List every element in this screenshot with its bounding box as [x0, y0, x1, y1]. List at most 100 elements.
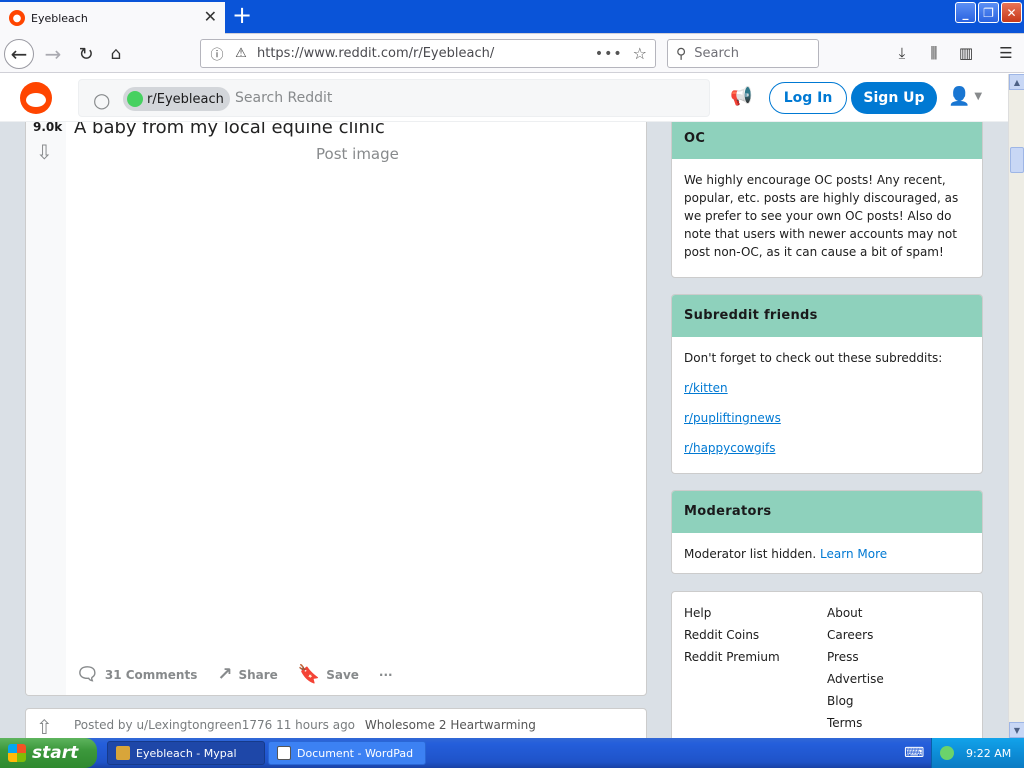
scroll-up-arrow-icon[interactable]: ▲: [1009, 74, 1024, 90]
home-button[interactable]: ⌂: [101, 39, 131, 69]
taskbar-item-wordpad[interactable]: Document - WordPad: [268, 741, 426, 765]
info-icon[interactable]: ⓘ: [209, 44, 225, 63]
subreddit-filter-chip[interactable]: r/Eyebleach: [123, 87, 230, 111]
footer-link-about[interactable]: About: [827, 604, 970, 622]
scroll-down-arrow-icon[interactable]: ▼: [1009, 722, 1024, 738]
footer-link-reddit-coins[interactable]: Reddit Coins: [684, 626, 827, 644]
close-window-button[interactable]: ✕: [1001, 2, 1022, 23]
widget-title: Moderators: [672, 491, 982, 533]
reddit-favicon-icon: ●: [9, 10, 25, 26]
upvote-icon[interactable]: ⇧: [36, 715, 53, 738]
post-score: 9.0k: [33, 120, 63, 134]
widget-body: Don't forget to check out these subreddi…: [672, 337, 982, 469]
footer-link-reddit-premium[interactable]: Reddit Premium: [684, 648, 827, 666]
subreddit-friends-widget: Subreddit friends Don't forget to check …: [671, 294, 983, 474]
comments-button[interactable]: 🗨 31 Comments: [76, 664, 197, 685]
save-label: Save: [326, 667, 359, 682]
post-author-time: Posted by u/Lexingtongreen1776 11 hours …: [74, 718, 356, 732]
widget-intro: Don't forget to check out these subreddi…: [684, 351, 943, 365]
user-menu-button[interactable]: 👤 ▼: [948, 86, 982, 107]
scrollbar-thumb[interactable]: [1010, 147, 1024, 173]
footer-link-terms[interactable]: Terms: [827, 714, 970, 732]
subreddit-icon: [127, 91, 143, 107]
footer-link-careers[interactable]: Careers: [827, 626, 970, 644]
footer-link-press[interactable]: Press: [827, 648, 970, 666]
menu-icon[interactable]: ☰: [996, 43, 1016, 63]
footer-link-advertise[interactable]: Advertise: [827, 670, 970, 688]
new-tab-button[interactable]: +: [230, 3, 254, 29]
clock[interactable]: 9:22 AM: [966, 747, 1011, 760]
footer-link-blog[interactable]: Blog: [827, 692, 970, 710]
save-button[interactable]: 🔖 Save: [298, 664, 359, 685]
windows-logo-icon: [8, 744, 26, 762]
moderators-hidden-text: Moderator list hidden.: [684, 547, 817, 561]
mypal-browser-icon: [116, 746, 130, 760]
browser-tab-active[interactable]: ● Eyebleach ✕: [0, 2, 225, 34]
system-tray: 9:22 AM: [931, 738, 1024, 768]
footer-link-help[interactable]: Help: [684, 604, 827, 622]
lock-warning-icon[interactable]: ⚠: [233, 46, 249, 61]
start-label: start: [32, 743, 79, 763]
network-icon[interactable]: [940, 746, 954, 760]
next-post-card[interactable]: ⇧ Posted by u/Lexingtongreen1776 11 hour…: [25, 708, 647, 738]
subreddit-links: r/kitten r/pupliftingnews r/happycowgifs: [684, 379, 970, 457]
page-scrollbar[interactable]: ▲ ▼: [1008, 74, 1024, 738]
comments-label: 31 Comments: [104, 667, 198, 682]
browser-search-input[interactable]: ⚲ Search: [667, 39, 819, 68]
wordpad-icon: [277, 746, 291, 760]
reload-button[interactable]: ↻: [71, 39, 101, 69]
sidebar-toggle-icon[interactable]: ▥: [956, 43, 976, 63]
keyboard-icon[interactable]: ⌨: [904, 745, 924, 761]
tab-title: Eyebleach: [31, 11, 88, 25]
moderators-widget: Moderators Moderator list hidden. Learn …: [671, 490, 983, 574]
forward-button[interactable]: →: [38, 39, 68, 69]
window-controls: _ ❐ ✕: [955, 2, 1022, 23]
search-placeholder: Search: [694, 46, 739, 61]
url-text[interactable]: https://www.reddit.com/r/Eyebleach/: [257, 46, 595, 61]
signup-button[interactable]: Sign Up: [851, 82, 937, 114]
taskbar-item-label: Document - WordPad: [297, 746, 414, 760]
comment-icon: 🗨: [76, 664, 99, 685]
tab-close-icon[interactable]: ✕: [204, 9, 217, 25]
minimize-button[interactable]: _: [955, 2, 976, 23]
reddit-logo-icon[interactable]: [20, 82, 52, 114]
taskbar: start Eyebleach - Mypal Document - WordP…: [0, 738, 1024, 768]
user-icon: 👤: [948, 86, 971, 107]
reddit-header: ○ r/Eyebleach Search Reddit 📢 Log In Sig…: [0, 74, 1008, 122]
browser-tab-strip: ● Eyebleach ✕ + _ ❐ ✕: [0, 0, 1024, 34]
taskbar-item-label: Eyebleach - Mypal: [136, 746, 237, 760]
more-options-button[interactable]: ···: [379, 668, 393, 682]
search-icon: ⚲: [676, 45, 687, 62]
taskbar-item-mypal[interactable]: Eyebleach - Mypal: [107, 741, 265, 765]
login-button[interactable]: Log In: [769, 82, 847, 114]
footer-col-1: Help Reddit Coins Reddit Premium: [684, 604, 827, 732]
subreddit-link-pupliftingnews[interactable]: r/pupliftingnews: [684, 409, 970, 427]
vote-column: 9.0k ⇩: [26, 115, 66, 695]
post-image[interactable]: Post image: [316, 145, 399, 163]
share-button[interactable]: ↗ Share: [217, 664, 277, 685]
post-flair: Wholesome 2 Heartwarming: [364, 718, 536, 732]
url-bar[interactable]: ⓘ ⚠ https://www.reddit.com/r/Eyebleach/ …: [200, 39, 656, 68]
search-placeholder: Search Reddit: [235, 90, 333, 106]
post-meta: Posted by u/Lexingtongreen1776 11 hours …: [74, 718, 536, 732]
downvote-icon[interactable]: ⇩: [36, 140, 53, 164]
share-icon: ↗: [217, 664, 233, 685]
chevron-down-icon: ▼: [974, 91, 983, 102]
library-icon[interactable]: ⫼: [924, 43, 944, 63]
page-actions-icon[interactable]: •••: [595, 46, 623, 62]
post-card[interactable]: 9.0k ⇩ A baby from my local equine clini…: [25, 114, 647, 696]
start-button[interactable]: start: [0, 738, 97, 768]
subreddit-link-happycowgifs[interactable]: r/happycowgifs: [684, 439, 970, 457]
widget-body: We highly encourage OC posts! Any recent…: [684, 173, 959, 259]
bookmark-star-icon[interactable]: ☆: [633, 44, 647, 63]
footer-links-widget: Help Reddit Coins Reddit Premium About C…: [671, 591, 983, 738]
learn-more-link[interactable]: Learn More: [820, 547, 887, 561]
restore-button[interactable]: ❐: [978, 2, 999, 23]
reddit-search-input[interactable]: ○ r/Eyebleach Search Reddit: [78, 79, 710, 117]
widget-body: Moderator list hidden. Learn More: [672, 533, 982, 573]
subreddit-link-kitten[interactable]: r/kitten: [684, 379, 970, 397]
oc-widget: OC We highly encourage OC posts! Any rec…: [671, 114, 983, 278]
back-button[interactable]: ←: [4, 39, 34, 69]
downloads-icon[interactable]: ⤓: [892, 43, 912, 63]
advertise-megaphone-icon[interactable]: 📢: [730, 86, 752, 107]
